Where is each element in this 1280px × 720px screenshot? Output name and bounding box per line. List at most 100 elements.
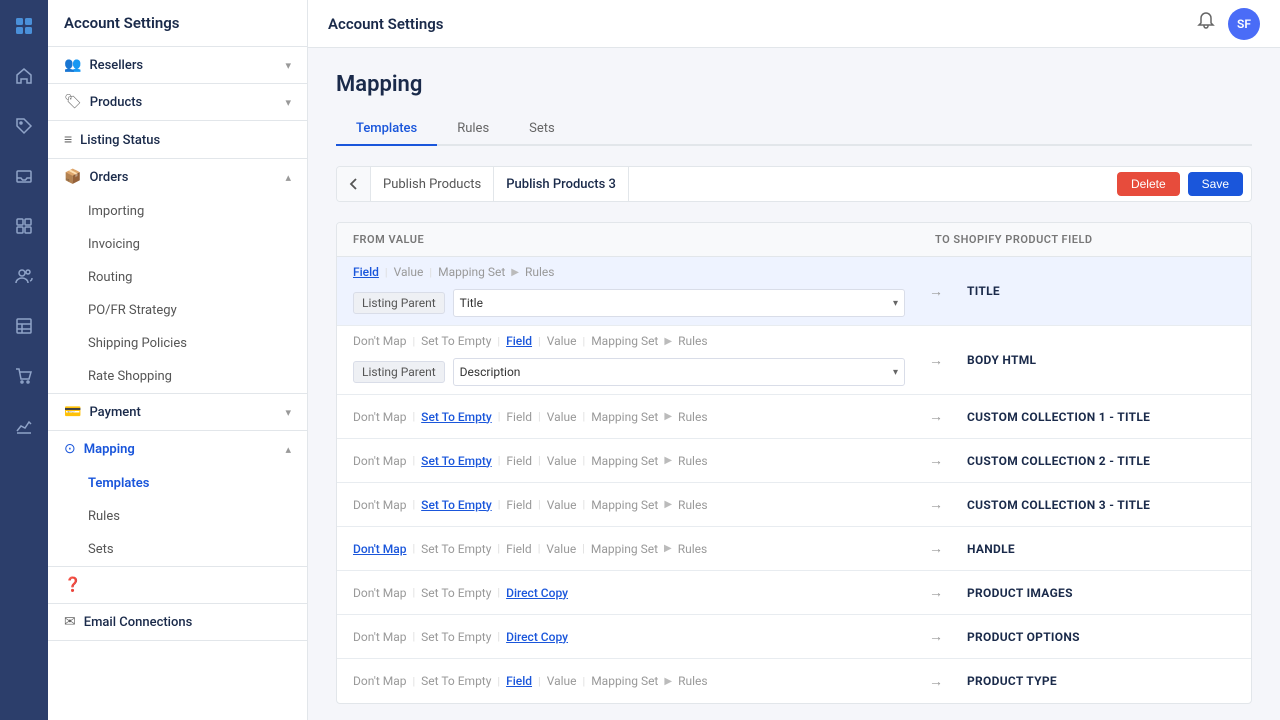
action-set-empty-product-options[interactable]: Set To Empty: [421, 630, 491, 644]
action-field-cc3[interactable]: Field: [506, 498, 532, 512]
action-value-title[interactable]: Value: [394, 265, 424, 279]
action-dont-map-product-images[interactable]: Don't Map: [353, 586, 406, 600]
action-rules-product-type[interactable]: Rules: [678, 674, 707, 688]
arrow-cell: →: [921, 571, 951, 614]
action-dont-map-cc2[interactable]: Don't Map: [353, 454, 406, 468]
field-label-title: Listing Parent: [353, 292, 445, 314]
action-field-cc2[interactable]: Field: [506, 454, 532, 468]
sidebar-item-shipping-policies[interactable]: Shipping Policies: [48, 327, 307, 360]
action-dont-map-product-type[interactable]: Don't Map: [353, 674, 406, 688]
action-rules-handle[interactable]: Rules: [678, 542, 707, 556]
sidebar-item-help[interactable]: ❓: [48, 567, 307, 603]
action-mapping-set-cc2[interactable]: Mapping Set: [591, 454, 658, 468]
action-field-handle[interactable]: Field: [506, 542, 532, 556]
action-field-title[interactable]: Field: [353, 265, 379, 279]
action-dont-map-cc1[interactable]: Don't Map: [353, 410, 406, 424]
action-rules-cc3[interactable]: Rules: [678, 498, 707, 512]
sidebar-item-routing[interactable]: Routing: [48, 261, 307, 294]
avatar[interactable]: SF: [1228, 8, 1260, 40]
action-direct-copy-product-images[interactable]: Direct Copy: [506, 586, 568, 600]
action-set-empty-cc2[interactable]: Set To Empty: [421, 454, 492, 468]
action-direct-copy-product-options[interactable]: Direct Copy: [506, 630, 568, 644]
action-set-empty-product-images[interactable]: Set To Empty: [421, 586, 491, 600]
people-icon[interactable]: [8, 260, 40, 292]
tag-icon[interactable]: [8, 110, 40, 142]
table-row: Field | Value | Mapping Set ▶ Rules List…: [337, 257, 1251, 326]
action-set-empty-cc3[interactable]: Set To Empty: [421, 498, 492, 512]
action-value-product-type[interactable]: Value: [547, 674, 577, 688]
logo-icon[interactable]: [8, 10, 40, 42]
sidebar-item-templates[interactable]: Templates: [48, 467, 307, 500]
action-mapping-set-product-type[interactable]: Mapping Set: [591, 674, 658, 688]
back-button[interactable]: [337, 167, 371, 201]
tab-templates[interactable]: Templates: [336, 113, 437, 146]
field-row-body-html: Listing Parent Description ▾: [353, 358, 905, 386]
action-mapping-set-cc3[interactable]: Mapping Set: [591, 498, 658, 512]
from-cell-product-options: Don't Map | Set To Empty | Direct Copy: [337, 615, 921, 658]
action-mapping-set-handle[interactable]: Mapping Set: [591, 542, 658, 556]
payment-section: 💳Payment ▾: [48, 394, 307, 431]
table-row: Don't Map | Set To Empty | Direct Copy →…: [337, 571, 1251, 615]
arrow-cell: →: [921, 483, 951, 526]
home-icon[interactable]: [8, 60, 40, 92]
action-mapping-set-cc1[interactable]: Mapping Set: [591, 410, 658, 424]
inbox-icon[interactable]: [8, 160, 40, 192]
sidebar-item-mapping[interactable]: ⊙Mapping ▴: [48, 431, 307, 467]
table-row: Don't Map | Set To Empty | Field | Value…: [337, 439, 1251, 483]
sidebar-item-orders[interactable]: 📦Orders ▴: [48, 159, 307, 195]
grid-icon[interactable]: [8, 210, 40, 242]
notification-bell-icon[interactable]: [1196, 11, 1216, 36]
action-dont-map-body-html[interactable]: Don't Map: [353, 334, 406, 348]
table-icon[interactable]: [8, 310, 40, 342]
action-mapping-set-body-html[interactable]: Mapping Set: [591, 334, 658, 348]
help-icon: ❓: [64, 577, 81, 593]
field-select-body-html[interactable]: Description ▾: [453, 358, 905, 386]
breadcrumb-publish-products-3[interactable]: Publish Products 3: [494, 167, 629, 201]
action-value-cc3[interactable]: Value: [547, 498, 577, 512]
sidebar-item-rate-shopping[interactable]: Rate Shopping: [48, 360, 307, 393]
action-dont-map-cc3[interactable]: Don't Map: [353, 498, 406, 512]
mapping-section: ⊙Mapping ▴ Templates Rules Sets: [48, 431, 307, 567]
sidebar-item-resellers[interactable]: 👥Resellers ▾: [48, 47, 307, 83]
action-rules-title[interactable]: Rules: [525, 265, 554, 279]
action-set-empty-cc1[interactable]: Set To Empty: [421, 410, 492, 424]
cart-icon[interactable]: [8, 360, 40, 392]
action-value-handle[interactable]: Value: [546, 542, 576, 556]
action-set-empty-product-type[interactable]: Set To Empty: [421, 674, 491, 688]
sidebar-item-po-fr-strategy[interactable]: PO/FR Strategy: [48, 294, 307, 327]
action-value-cc1[interactable]: Value: [547, 410, 577, 424]
action-field-body-html[interactable]: Field: [506, 334, 532, 348]
action-rules-cc1[interactable]: Rules: [678, 410, 707, 424]
chart-icon[interactable]: [8, 410, 40, 442]
action-value-cc2[interactable]: Value: [547, 454, 577, 468]
sidebar-item-products[interactable]: 🏷Products ▾: [48, 84, 307, 120]
action-rules-cc2[interactable]: Rules: [678, 454, 707, 468]
delete-button[interactable]: Delete: [1117, 172, 1180, 196]
sidebar-item-importing[interactable]: Importing: [48, 195, 307, 228]
main-content: Account Settings SF Mapping Templates Ru…: [308, 0, 1280, 720]
sidebar-item-rules[interactable]: Rules: [48, 500, 307, 533]
action-rules-body-html[interactable]: Rules: [678, 334, 707, 348]
sidebar-item-sets[interactable]: Sets: [48, 533, 307, 566]
tab-sets[interactable]: Sets: [509, 113, 575, 146]
action-mapping-set-title[interactable]: Mapping Set: [438, 265, 505, 279]
to-cell-product-type: PRODUCT TYPE: [951, 659, 1251, 703]
action-field-cc1[interactable]: Field: [506, 410, 532, 424]
action-set-empty-body-html[interactable]: Set To Empty: [421, 334, 491, 348]
action-dont-map-handle[interactable]: Don't Map: [353, 542, 406, 556]
action-field-product-type[interactable]: Field: [506, 674, 532, 688]
sidebar-item-email-connections[interactable]: ✉Email Connections: [48, 604, 307, 640]
save-button[interactable]: Save: [1188, 172, 1243, 196]
sidebar-item-invoicing[interactable]: Invoicing: [48, 228, 307, 261]
sidebar-item-listing-status[interactable]: ≡Listing Status: [48, 121, 307, 158]
action-value-body-html[interactable]: Value: [547, 334, 577, 348]
breadcrumb-publish-products[interactable]: Publish Products: [371, 167, 494, 201]
listing-status-icon: ≡: [64, 132, 72, 148]
mapping-actions-product-options: Don't Map | Set To Empty | Direct Copy: [353, 630, 905, 644]
action-dont-map-product-options[interactable]: Don't Map: [353, 630, 406, 644]
field-select-title[interactable]: Title ▾: [453, 289, 905, 317]
sidebar-item-payment[interactable]: 💳Payment ▾: [48, 394, 307, 430]
topbar-title: Account Settings: [328, 15, 444, 33]
action-set-empty-handle[interactable]: Set To Empty: [421, 542, 491, 556]
tab-rules[interactable]: Rules: [437, 113, 509, 146]
